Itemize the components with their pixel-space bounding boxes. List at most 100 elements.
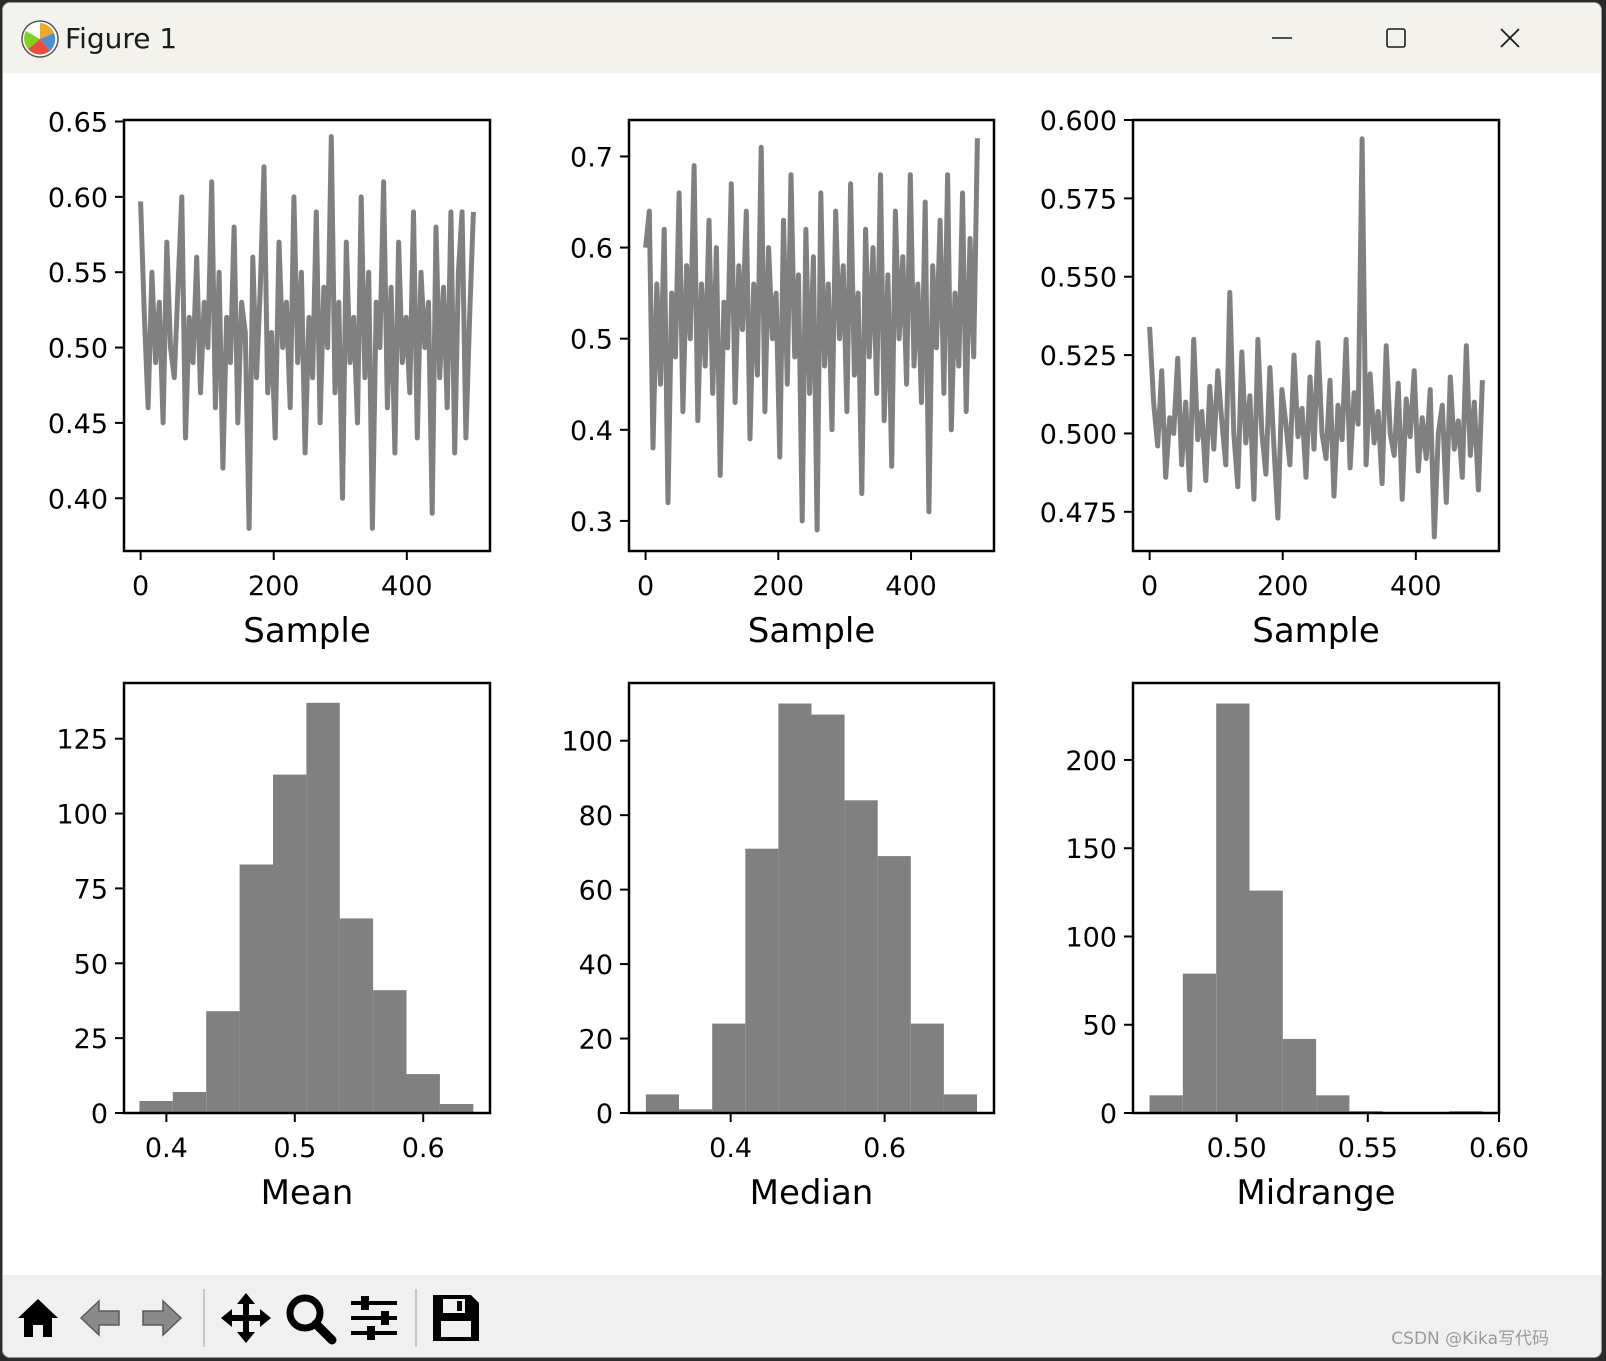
series-line (138, 134, 476, 531)
x-tick-label: 0 (637, 571, 654, 602)
histogram-bar (239, 864, 273, 1113)
histogram-bar (943, 1094, 977, 1113)
y-tick-label: 0.65 (48, 108, 108, 139)
histogram-bar (406, 1074, 440, 1113)
histogram-bar (172, 1092, 207, 1113)
x-tick-label: 400 (885, 571, 937, 602)
plot-canvas[interactable]: 0 200 4000.400.450.500.550.600.65Sample0 20… (3, 73, 1602, 1275)
x-tick-label: 200 (753, 571, 805, 602)
histogram-bar (745, 848, 779, 1113)
y-tick-label: 80 (579, 801, 613, 832)
x-axis-label: Sample (748, 611, 875, 651)
x-tick-label: 200 (248, 571, 300, 602)
x-tick-label: 0.5 (273, 1133, 316, 1164)
series-line (643, 138, 980, 533)
pan-button[interactable] (219, 1291, 273, 1345)
maximize-icon (1386, 28, 1406, 48)
home-button[interactable] (11, 1291, 65, 1345)
x-tick-label: 200 (1257, 571, 1309, 602)
histogram-bar (844, 800, 878, 1113)
figure-canvas[interactable]: 0 200 400 0.40 0.45 0.50 0.55 0.60 0.65 Sample 0 20… (3, 73, 1602, 1275)
x-tick-label: 400 (381, 571, 433, 602)
histogram-bar (877, 856, 911, 1113)
histogram-bar (439, 1104, 474, 1113)
y-tick-label: 0.40 (48, 484, 108, 515)
histogram-bar (712, 1023, 746, 1113)
x-tick-label: 0.60 (1469, 1133, 1529, 1164)
watermark-text: CSDN @Kika写代码 (1391, 1329, 1549, 1349)
histogram-bar (339, 918, 374, 1113)
back-icon (79, 1299, 120, 1337)
zoom-button[interactable] (283, 1291, 337, 1345)
y-tick-label: 40 (579, 950, 613, 981)
histogram-bar (1282, 1038, 1317, 1113)
configure-subplots-icon (351, 1296, 397, 1340)
minimize-icon (1272, 37, 1292, 39)
histogram-bar (206, 1011, 240, 1113)
save-button[interactable] (429, 1291, 483, 1345)
y-tick-label: 0 (1100, 1099, 1117, 1130)
histogram-bar (1182, 973, 1217, 1113)
x-axis-label: Mean (261, 1173, 354, 1213)
histogram-bar (1249, 890, 1283, 1113)
y-tick-label: 60 (579, 876, 613, 907)
toolbar-separator (203, 1289, 205, 1347)
navigation-toolbar: CSDN @Kika写代码 (3, 1275, 1601, 1357)
histogram-bar (1316, 1095, 1350, 1113)
x-tick-label: 400 (1390, 571, 1442, 602)
home-icon (18, 1299, 58, 1337)
x-tick-label: 0.55 (1338, 1133, 1398, 1164)
minimize-button[interactable] (1252, 13, 1312, 63)
y-tick-label: 0 (91, 1099, 108, 1130)
pan-icon (221, 1293, 271, 1343)
matplotlib-app-icon (21, 20, 59, 58)
y-tick-label: 0.475 (1040, 498, 1117, 529)
histogram-bar (1149, 1095, 1183, 1113)
maximize-button[interactable] (1366, 13, 1426, 63)
window-title: Figure 1 (65, 22, 178, 55)
y-tick-label: 0.4 (570, 416, 613, 447)
y-tick-label: 0.5 (570, 325, 613, 356)
back-button[interactable] (73, 1291, 127, 1345)
x-axis-label: Sample (1252, 611, 1379, 651)
x-tick-label: 0 (132, 571, 149, 602)
forward-icon (142, 1299, 183, 1337)
y-tick-label: 0.50 (48, 334, 108, 365)
y-tick-label: 0.3 (570, 507, 613, 538)
x-tick-label: 0.4 (145, 1133, 188, 1164)
title-bar[interactable]: Figure 1 (3, 3, 1601, 73)
histogram-bar (645, 1094, 679, 1113)
y-tick-label: 0.525 (1040, 341, 1117, 372)
y-tick-label: 0.7 (570, 142, 613, 173)
histogram-bar (273, 774, 307, 1113)
histogram-bar (373, 990, 407, 1113)
configure-subplots-button[interactable] (347, 1291, 401, 1345)
y-tick-label: 150 (1065, 834, 1117, 865)
x-axis-label: Sample (243, 611, 370, 651)
close-button[interactable] (1480, 13, 1540, 63)
y-tick-label: 0 (596, 1099, 613, 1130)
zoom-icon (286, 1294, 337, 1345)
y-tick-label: 0.550 (1040, 263, 1117, 294)
x-tick-label: 0.50 (1207, 1133, 1267, 1164)
histogram-bar (811, 714, 845, 1113)
y-tick-label: 20 (579, 1025, 613, 1056)
histogram-bar (778, 703, 812, 1113)
y-tick-label: 0.600 (1040, 106, 1117, 137)
histogram-bar (910, 1023, 944, 1113)
y-tick-label: 0.55 (48, 258, 108, 289)
y-tick-label: 125 (56, 725, 108, 756)
y-tick-label: 50 (1083, 1011, 1117, 1042)
y-tick-label: 75 (74, 874, 108, 905)
y-tick-label: 100 (561, 727, 613, 758)
y-tick-label: 0.6 (570, 234, 613, 265)
save-icon (433, 1295, 479, 1341)
y-tick-label: 0.45 (48, 409, 108, 440)
y-tick-label: 50 (74, 949, 108, 980)
x-tick-label: 0.6 (402, 1133, 445, 1164)
y-tick-label: 0.575 (1040, 184, 1117, 215)
x-tick-label: 0 (1141, 571, 1158, 602)
forward-button[interactable] (135, 1291, 189, 1345)
close-icon (1500, 28, 1520, 48)
x-axis-label: Median (750, 1173, 874, 1213)
